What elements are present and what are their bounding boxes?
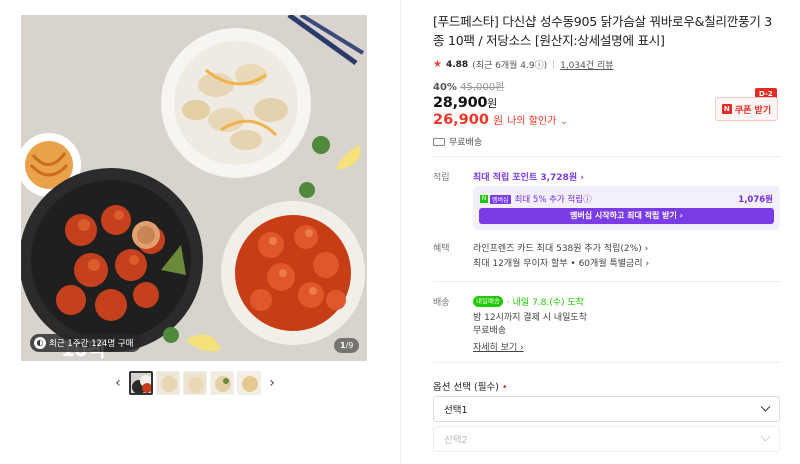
food-photo — [21, 15, 367, 361]
delivery-fee: 무료배송 — [473, 326, 507, 336]
sale-price-amount: 28,900 — [433, 95, 488, 111]
delivery-detail-link[interactable]: 자세히 보기 › — [473, 340, 524, 353]
required-dot: • — [501, 382, 508, 393]
tomorrow-delivery-badge: 내일배송 — [473, 296, 503, 307]
chevron-down-icon — [760, 431, 771, 442]
coupon-button[interactable]: N 쿠폰 받기 — [715, 97, 778, 121]
membership-badge: 멤버십 — [490, 194, 511, 204]
column-divider — [400, 0, 401, 464]
max-points-link[interactable]: 최대 적립 포인트 3,728원 › — [473, 170, 584, 183]
divider — [433, 156, 781, 157]
original-price: 45,000원 — [460, 82, 505, 93]
divider — [433, 281, 781, 282]
discount-percent: 40% — [433, 82, 457, 93]
my-price-unit: 원 — [492, 114, 504, 127]
thumbnail-strip: ‹ › — [110, 370, 280, 396]
cart-icon: ◐ — [34, 337, 46, 349]
delivery-eta-row: 내일배송 · 내일 7.8.(수) 도착 — [473, 295, 584, 308]
prev-image-arrow-icon[interactable]: ‹ — [110, 373, 126, 393]
delivery-eta: · 내일 7.8.(수) 도착 — [506, 298, 584, 308]
rating-score: 4.88 — [445, 59, 469, 70]
thumbnail-5[interactable] — [237, 371, 261, 395]
membership-extra-points: 최대 5% 추가 적립ⓘ — [514, 195, 592, 205]
installment-benefit-link[interactable]: 최대 12개월 무이자 할부 • 60개월 특별금리 › — [473, 256, 649, 269]
chevron-down-icon: ⌄ — [560, 117, 568, 127]
option-select-1-value: 선택1 — [444, 405, 468, 416]
option-title-text: 옵션 선택 (필수) — [433, 382, 499, 393]
recent-purchase-badge: ◐ 최근 1주간 124명 구매 — [30, 334, 142, 352]
membership-amount: 1,076원 — [738, 195, 773, 205]
card-benefit-link[interactable]: 라인프렌즈 카드 최대 538원 추가 적립(2%) › — [473, 241, 648, 254]
product-title: [푸드페스타] 다신샵 성수동905 닭가슴살 꿔바로우&칠리깐풍기 3종 10… — [433, 14, 772, 48]
coupon-label: 쿠폰 받기 — [734, 105, 772, 116]
rating-separator — [553, 60, 555, 69]
main-product-image[interactable]: 10팩 — [21, 15, 367, 361]
review-count-link[interactable]: 1,034건 리뷰 — [560, 58, 613, 71]
shipping-row: 무료배송 — [433, 135, 781, 148]
my-price-amount: 26,900 — [433, 112, 489, 128]
my-price-label: 나의 할인가 — [507, 116, 557, 127]
membership-row: N 멤버십 최대 5% 추가 적립ⓘ 1,076원 — [480, 193, 773, 205]
naver-n-icon: N — [480, 195, 488, 203]
option-select-2[interactable]: 선택2 — [433, 426, 780, 452]
shipping-text: 무료배송 — [449, 138, 483, 148]
membership-box: N 멤버십 최대 5% 추가 적립ⓘ 1,076원 멤버십 시작하고 최대 적립… — [473, 186, 780, 230]
star-icon: ★ — [433, 59, 442, 70]
divider — [433, 362, 781, 363]
product-info: [푸드페스타] 다신샵 성수동905 닭가슴살 꿔바로우&칠리깐풍기 3종 10… — [433, 12, 781, 148]
delivery-cutoff: 밤 12시까지 결제 시 내일도착 — [473, 313, 587, 323]
next-image-arrow-icon[interactable]: › — [264, 373, 280, 393]
chevron-down-icon — [760, 401, 771, 412]
membership-start-button[interactable]: 멤버십 시작하고 최대 적립 받기 › — [479, 208, 774, 224]
option-select-2-value: 선택2 — [444, 435, 468, 446]
option-select-1[interactable]: 선택1 — [433, 396, 780, 422]
rating-recent[interactable]: (최근 6개월 4.9ⓘ) — [472, 58, 547, 71]
original-price-row: 40% 45,000원 — [433, 78, 781, 93]
image-counter: 1/9 — [334, 338, 360, 353]
thumbnail-3[interactable] — [183, 371, 207, 395]
sale-price-unit: 원 — [487, 97, 497, 110]
image-counter-total: /9 — [345, 341, 354, 350]
naver-n-icon: N — [721, 104, 732, 114]
thumbnail-2[interactable] — [156, 371, 180, 395]
option-title: 옵션 선택 (필수) • — [433, 379, 508, 393]
product-gallery: 10팩 ◐ 최근 1주간 124명 구매 1/9 ‹ › — [0, 0, 400, 464]
benefit-label: 혜택 — [433, 244, 450, 254]
recent-purchase-text: 최근 1주간 124명 구매 — [49, 339, 134, 349]
points-label: 적립 — [433, 173, 450, 183]
rating-row: ★ 4.88 (최근 6개월 4.9ⓘ) 1,034건 리뷰 — [433, 58, 781, 71]
thumbnail-4[interactable] — [210, 371, 234, 395]
thumbnail-1[interactable] — [129, 371, 153, 395]
truck-icon — [433, 137, 445, 146]
delivery-label: 배송 — [433, 298, 450, 308]
